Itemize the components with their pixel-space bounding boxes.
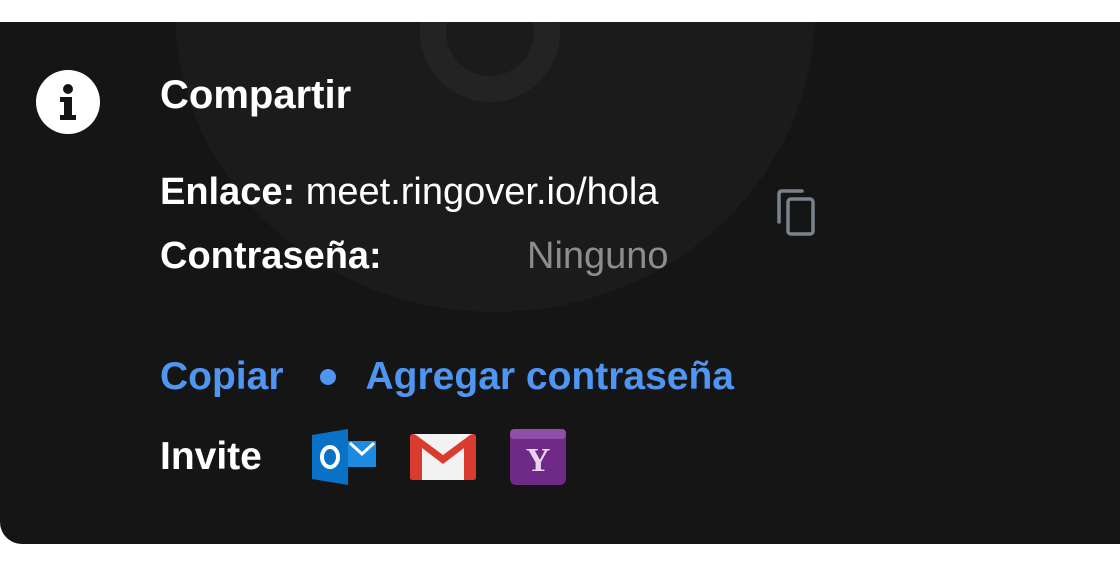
password-label: Contraseña:	[160, 235, 382, 277]
share-title: Compartir	[160, 73, 352, 117]
invite-row: Invite Y	[160, 427, 600, 487]
outlook-icon[interactable]	[311, 427, 376, 487]
password-row: Contraseña: Ninguno	[160, 234, 669, 278]
copy-icon[interactable]	[775, 188, 817, 238]
yahoo-icon[interactable]: Y	[509, 429, 566, 485]
copy-link[interactable]: Copiar	[160, 354, 284, 400]
link-value[interactable]: meet.ringover.io/hola	[306, 171, 659, 213]
info-icon	[36, 70, 100, 134]
link-row: Enlace: meet.ringover.io/hola	[160, 170, 659, 214]
password-value: Ninguno	[527, 235, 669, 277]
share-panel: Compartir Enlace: meet.ringover.io/hola …	[0, 22, 1120, 544]
svg-text:Y: Y	[526, 442, 551, 479]
gmail-icon[interactable]	[409, 432, 476, 482]
invite-label: Invite	[160, 435, 262, 478]
share-actions: Copiar Agregar contraseña	[160, 354, 734, 400]
separator-dot	[319, 369, 336, 385]
link-label: Enlace:	[160, 171, 296, 213]
add-password-link[interactable]: Agregar contraseña	[366, 354, 734, 400]
